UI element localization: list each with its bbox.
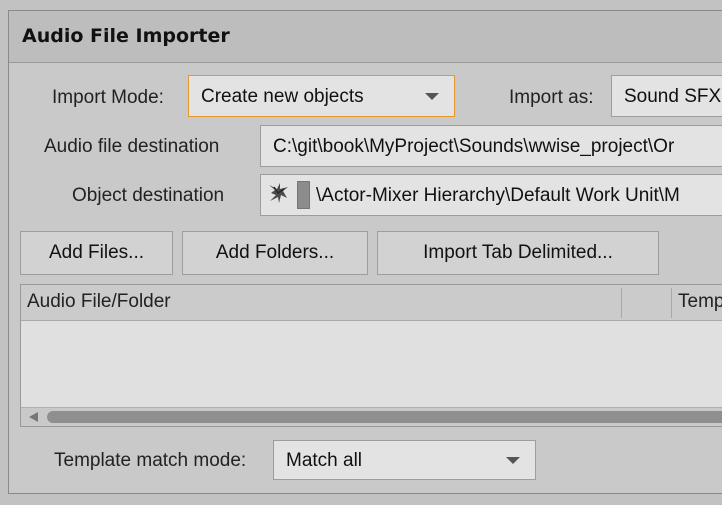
audio-file-destination-value: C:\git\book\MyProject\Sounds\wwise_proje… [273,136,675,157]
object-destination-label: Object destination [72,185,225,206]
audio-file-list[interactable]: Audio File/Folder Temp [20,284,722,427]
object-destination-field[interactable]: \Actor-Mixer Hierarchy\Default Work Unit… [260,174,722,216]
import-mode-select[interactable]: Create new objects [188,75,455,117]
column-separator[interactable] [671,288,672,318]
import-mode-label: Import Mode: [52,87,164,108]
import-mode-value: Create new objects [201,86,364,107]
scroll-left-arrow-icon[interactable] [29,412,38,422]
audio-file-importer-dialog: Audio File Importer Import Mode: Create … [8,10,722,494]
import-as-value: Sound SFX [624,86,722,107]
object-destination-value: \Actor-Mixer Hierarchy\Default Work Unit… [316,185,680,206]
horizontal-scrollbar[interactable] [21,407,722,426]
list-header: Audio File/Folder Temp [21,285,722,321]
scrollbar-thumb[interactable] [47,411,722,423]
template-match-mode-select[interactable]: Match all [273,440,536,480]
column-separator[interactable] [621,288,622,318]
audio-file-destination-field[interactable]: C:\git\book\MyProject\Sounds\wwise_proje… [260,125,722,167]
color-swatch[interactable] [297,181,310,209]
wwise-object-icon [269,183,288,203]
window-title: Audio File Importer [22,25,230,47]
import-tab-delimited-button[interactable]: Import Tab Delimited... [377,231,659,275]
chevron-down-icon [425,93,439,100]
template-match-mode-label: Template match mode: [54,450,247,471]
title-bar: Audio File Importer [9,11,722,63]
chevron-down-icon [506,457,520,464]
column-header-template[interactable]: Temp [678,291,722,313]
audio-file-destination-label: Audio file destination [44,136,220,157]
import-as-label: Import as: [509,87,594,108]
add-folders-button[interactable]: Add Folders... [182,231,368,275]
import-as-select[interactable]: Sound SFX [611,75,722,117]
add-files-button[interactable]: Add Files... [20,231,173,275]
template-match-mode-value: Match all [286,450,363,471]
column-header-audio-file[interactable]: Audio File/Folder [27,291,171,313]
